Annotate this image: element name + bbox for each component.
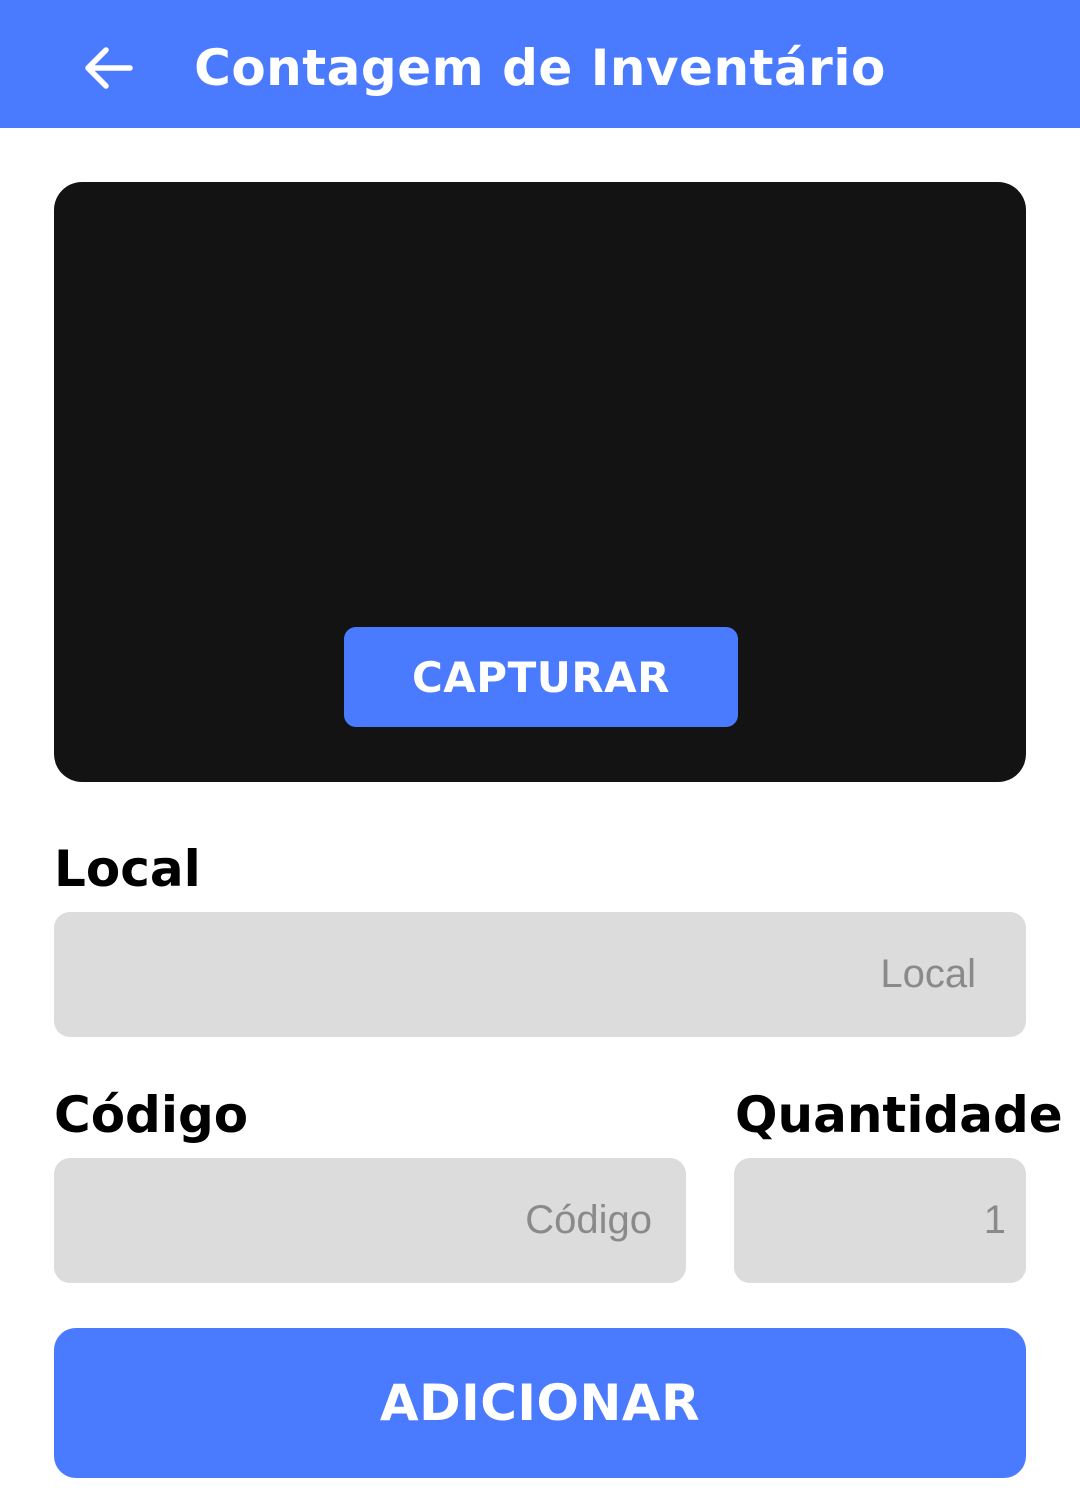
- camera-preview: CAPTURAR: [54, 182, 1026, 782]
- codigo-input[interactable]: [54, 1158, 654, 1283]
- local-input[interactable]: [54, 912, 978, 1037]
- back-button[interactable]: [72, 34, 144, 106]
- codigo-label: Código: [54, 1086, 249, 1144]
- arrow-left-icon: [80, 40, 136, 100]
- add-button[interactable]: ADICIONAR: [54, 1328, 1026, 1478]
- local-label: Local: [54, 840, 201, 898]
- page-title: Contagem de Inventário: [194, 39, 886, 97]
- quantidade-field-container: [734, 1158, 1026, 1283]
- quantidade-input[interactable]: [734, 1158, 1008, 1283]
- quantidade-label: Quantidade: [735, 1086, 1063, 1144]
- app-bar: Contagem de Inventário: [0, 0, 1080, 128]
- capture-button[interactable]: CAPTURAR: [344, 627, 738, 727]
- local-field-container: [54, 912, 1026, 1037]
- codigo-field-container: [54, 1158, 686, 1283]
